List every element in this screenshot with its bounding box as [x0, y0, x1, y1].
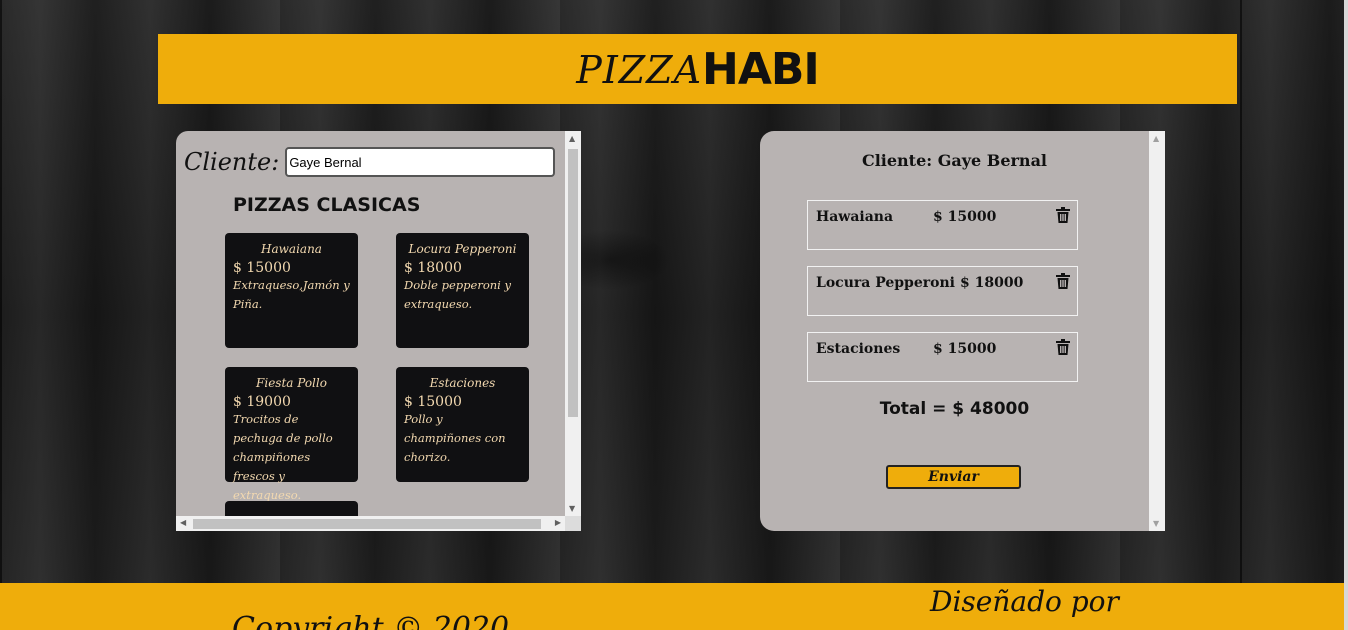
trash-icon[interactable]	[1056, 207, 1070, 223]
site-header: PIZZA HABI	[158, 34, 1237, 104]
trash-icon[interactable]	[1056, 273, 1070, 289]
pizza-card[interactable]: Estaciones $ 15000 Pollo y champiñones c…	[396, 367, 529, 482]
pizza-card[interactable]: Locura Pepperoni $ 18000 Doble pepperoni…	[396, 233, 529, 348]
pizza-price: $ 15000	[404, 394, 462, 410]
trash-icon[interactable]	[1056, 339, 1070, 355]
order-item-name: Locura Pepperoni	[816, 275, 955, 291]
order-total: Total = $ 48000	[879, 399, 1030, 419]
client-row: Cliente:	[184, 147, 556, 177]
scroll-left-arrow-icon[interactable]: ◀	[180, 518, 186, 527]
scroll-up-arrow-icon[interactable]: ▲	[1153, 134, 1159, 143]
order-item: Hawaiana $ 15000	[807, 200, 1078, 250]
scroll-right-arrow-icon[interactable]: ▶	[555, 518, 561, 527]
pizza-card[interactable]: Hawaiana $ 15000 Extraqueso,Jamón y Piña…	[225, 233, 358, 348]
order-form-panel: Cliente: PIZZAS CLASICAS Hawaiana $ 1500…	[176, 131, 581, 531]
scrollbar-thumb[interactable]	[193, 519, 541, 529]
summary-vertical-scrollbar[interactable]: ▲ ▼	[1149, 131, 1165, 531]
client-name-input[interactable]	[285, 147, 556, 177]
pizza-description: Doble pepperoni y extraqueso.	[404, 278, 511, 311]
scrollbar-thumb[interactable]	[568, 149, 578, 417]
order-summary-panel: Cliente: Gaye Bernal Hawaiana $ 15000 Lo…	[760, 131, 1165, 531]
pizza-price: $ 19000	[233, 394, 291, 410]
scroll-down-arrow-icon[interactable]: ▼	[1153, 519, 1159, 528]
send-order-button[interactable]: Enviar	[886, 465, 1021, 489]
pizza-name: Estaciones	[429, 376, 496, 390]
brand-logo-pizza: PIZZA	[576, 48, 703, 92]
scroll-up-arrow-icon[interactable]: ▲	[569, 134, 575, 143]
scrollbar-corner	[565, 516, 581, 531]
pizza-name: Fiesta Pollo	[256, 376, 327, 390]
pizza-description: Extraqueso,Jamón y Piña.	[233, 278, 350, 311]
section-title: PIZZAS CLASICAS	[233, 194, 421, 216]
brand-logo-habi: HABI	[702, 43, 820, 95]
summary-client-name: Cliente: Gaye Bernal	[861, 151, 1048, 170]
footer-copyright: Copyright © 2020	[232, 611, 510, 630]
order-item: Locura Pepperoni $ 18000	[807, 266, 1078, 316]
scroll-down-arrow-icon[interactable]: ▼	[569, 504, 575, 513]
pizza-name: Locura Pepperoni	[408, 242, 517, 256]
order-item-price: $ 15000	[933, 341, 997, 357]
menu-horizontal-scrollbar[interactable]: ◀ ▶	[176, 516, 565, 531]
site-footer: Copyright © 2020 Diseñado por	[0, 583, 1344, 630]
menu-vertical-scrollbar[interactable]: ▲ ▼	[565, 131, 581, 516]
page-scrollbar[interactable]	[1344, 0, 1348, 630]
order-item-name: Hawaiana	[816, 209, 894, 225]
order-item-name: Estaciones	[816, 341, 901, 357]
pizza-description: Trocitos de pechuga de pollo champiñones…	[233, 412, 333, 502]
pizza-price: $ 15000	[233, 260, 291, 276]
order-item-price: $ 18000	[960, 275, 1024, 291]
client-label: Cliente:	[184, 148, 280, 176]
order-item-price: $ 15000	[933, 209, 997, 225]
pizza-price: $ 18000	[404, 260, 462, 276]
pizza-card[interactable]: Fiesta Pollo $ 19000 Trocitos de pechuga…	[225, 367, 358, 502]
pizza-name: Hawaiana	[261, 242, 322, 256]
order-item: Estaciones $ 15000	[807, 332, 1078, 382]
pizza-description: Pollo y champiñones con chorizo.	[404, 412, 506, 464]
footer-designed-by: Diseñado por	[930, 585, 1119, 618]
